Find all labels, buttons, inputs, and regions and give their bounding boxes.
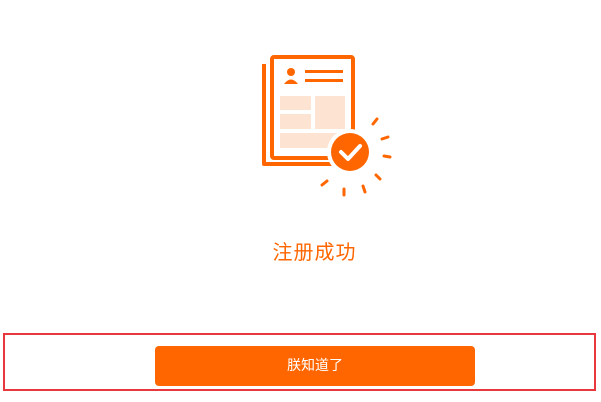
- registration-success-icon: [262, 55, 392, 197]
- registration-success-dialog: 注册成功 朕知道了: [0, 0, 601, 402]
- confirm-button[interactable]: 朕知道了: [155, 346, 475, 386]
- success-message: 注册成功: [272, 240, 357, 264]
